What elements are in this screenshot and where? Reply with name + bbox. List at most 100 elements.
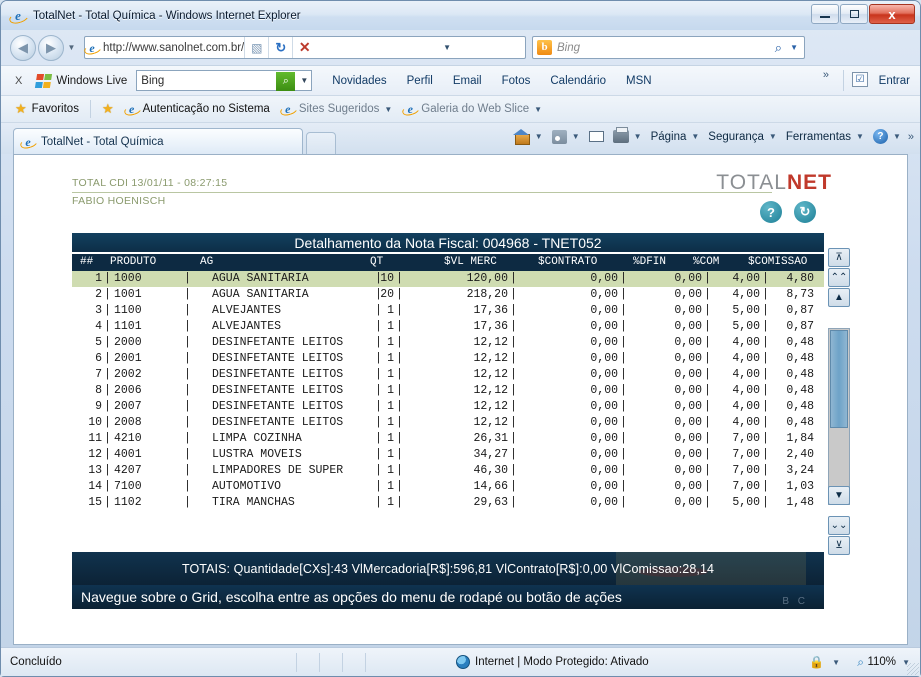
address-input[interactable]: http://www.sanolnet.com.br/ bbox=[103, 42, 244, 54]
scroll-page-down-button[interactable]: ⌄⌄ bbox=[828, 516, 850, 535]
cell-comissao: 0,48 bbox=[786, 416, 814, 429]
add-to-favorites-icon[interactable]: ★ bbox=[102, 101, 114, 117]
tools-menu[interactable]: Ferramentas ▼ bbox=[786, 131, 864, 143]
overflow-icon[interactable]: » bbox=[823, 69, 829, 81]
scroll-to-top-button[interactable]: ⊼ bbox=[828, 248, 850, 267]
search-provider-caret-icon[interactable]: ▼ bbox=[790, 43, 798, 52]
search-box[interactable]: b Bing ⌕ ▼ bbox=[532, 36, 805, 59]
table-row[interactable]: 5 | 2000 | DESINFETANTE LEITOS | 1 | 12,12 | 0,00 |… bbox=[72, 335, 824, 351]
compatibility-view-icon[interactable]: ▧ bbox=[244, 37, 268, 58]
tab-totalnet[interactable]: e TotalNet - Total Química bbox=[13, 128, 303, 155]
cell-comissao: 0,87 bbox=[786, 320, 814, 333]
chevron-down-icon[interactable]: ▼ bbox=[893, 132, 901, 141]
cell-produto: 2006 bbox=[114, 384, 142, 397]
cell-pipe: | bbox=[510, 384, 517, 397]
wl-link-perfil[interactable]: Perfil bbox=[407, 75, 433, 87]
table-row[interactable]: 8 | 2006 | DESINFETANTE LEITOS | 1 | 12,12 | 0,00 |… bbox=[72, 383, 824, 399]
resize-grip[interactable] bbox=[907, 663, 919, 675]
table-row[interactable]: 10 | 2008 | DESINFETANTE LEITOS | 1 | 12,12 | 0,00… bbox=[72, 415, 824, 431]
cell-pipe: | bbox=[104, 352, 111, 365]
favorite-item-galeria-web-slice[interactable]: e Galeria do Web Slice ▼ bbox=[403, 102, 542, 116]
table-row[interactable]: 7 | 2002 | DESINFETANTE LEITOS | 1 | 12,12 | 0,00 |… bbox=[72, 367, 824, 383]
help-icon[interactable]: ? bbox=[760, 201, 782, 223]
refresh-icon[interactable]: ↻ bbox=[268, 37, 292, 58]
zoom-icon[interactable]: ⌕ bbox=[857, 655, 864, 670]
history-dropdown-icon[interactable]: ▼ bbox=[65, 43, 78, 52]
maximize-button[interactable] bbox=[840, 4, 868, 24]
search-input[interactable]: Bing bbox=[557, 42, 580, 54]
scrollbar-track[interactable] bbox=[828, 328, 850, 505]
grid-body[interactable]: 1 | 1000 | AGUA SANITARIA | 10 | 120,00 | 0,00 | 0,0… bbox=[72, 271, 824, 550]
command-bar-overflow-icon[interactable]: » bbox=[908, 131, 914, 143]
wl-link-fotos[interactable]: Fotos bbox=[502, 75, 531, 87]
table-row[interactable]: 4 | 1101 | ALVEJANTES | 1 | 17,36 | 0,00 | 0,00 | 5,00… bbox=[72, 319, 824, 335]
address-bar[interactable]: e http://www.sanolnet.com.br/ ▼ ▧ ↻ ✕ bbox=[84, 36, 526, 59]
table-row[interactable]: 12 | 4001 | LUSTRA MOVEIS | 1 | 34,27 | 0,00 | 0,00 |… bbox=[72, 447, 824, 463]
scroll-line-up-button[interactable]: ▲ bbox=[828, 288, 850, 307]
print-button[interactable]: ▼ bbox=[612, 127, 642, 143]
chevron-down-icon[interactable]: ▼ bbox=[300, 76, 308, 85]
lock-icon[interactable]: 🔒 bbox=[809, 655, 824, 669]
scrollbar-thumb[interactable] bbox=[830, 330, 848, 428]
page-menu[interactable]: Página ▼ bbox=[651, 131, 700, 143]
wl-link-email[interactable]: Email bbox=[453, 75, 482, 87]
search-icon[interactable]: ⌕ bbox=[775, 40, 782, 56]
checkbox-icon[interactable]: ☑ bbox=[852, 72, 868, 87]
cell-pipe: | bbox=[510, 448, 517, 461]
wl-link-novidades[interactable]: Novidades bbox=[332, 75, 386, 87]
address-dropdown-icon[interactable]: ▼ bbox=[443, 43, 451, 52]
close-button[interactable]: x bbox=[869, 4, 915, 24]
wl-link-calendario[interactable]: Calendário bbox=[550, 75, 606, 87]
favorite-item-autenticacao[interactable]: e Autenticação no Sistema bbox=[125, 102, 270, 116]
table-row[interactable]: 1 | 1000 | AGUA SANITARIA | 10 | 120,00 | 0,00 | 0,0… bbox=[72, 271, 824, 287]
security-menu[interactable]: Segurança ▼ bbox=[708, 131, 777, 143]
chevron-down-icon[interactable]: ▼ bbox=[534, 105, 542, 114]
minimize-button[interactable] bbox=[811, 4, 839, 24]
col-header-produto: PRODUTO bbox=[110, 256, 157, 268]
chevron-down-icon[interactable]: ▼ bbox=[634, 132, 642, 141]
cell-pipe: | bbox=[510, 352, 517, 365]
favorites-button[interactable]: Favoritos bbox=[32, 103, 79, 115]
scroll-to-bottom-button[interactable]: ⊻ bbox=[828, 536, 850, 555]
wl-link-msn[interactable]: MSN bbox=[626, 75, 652, 87]
table-row[interactable]: 11 | 4210 | LIMPA COZINHA | 1 | 26,31 | 0,00 | 0,00 |… bbox=[72, 431, 824, 447]
cell-pipe: | bbox=[510, 480, 517, 493]
mail-button[interactable] bbox=[588, 131, 604, 142]
chevron-down-icon[interactable]: ▼ bbox=[535, 132, 543, 141]
chevron-down-icon[interactable]: ▼ bbox=[691, 132, 699, 141]
feeds-button[interactable]: ▼ bbox=[551, 129, 580, 144]
scroll-page-up-button[interactable]: ⌃⌃ bbox=[828, 268, 850, 287]
zoom-level[interactable]: 110% bbox=[867, 656, 896, 668]
table-row[interactable]: 9 | 2007 | DESINFETANTE LEITOS | 1 | 12,12 | 0,00 |… bbox=[72, 399, 824, 415]
cell-index: 11 bbox=[88, 432, 102, 445]
table-row[interactable]: 13 | 4207 | LIMPADORES DE SUPER | 1 | 46,30 | 0,00… bbox=[72, 463, 824, 479]
cell-qt: 1 bbox=[387, 416, 394, 429]
close-toolbar-button[interactable]: X bbox=[15, 75, 22, 87]
sign-in-link[interactable]: Entrar bbox=[879, 75, 910, 87]
grid-scrollbar[interactable]: ⊼ ⌃⌃ ▲ ▼ ⌄⌄ ⊻ bbox=[828, 248, 852, 563]
cell-pipe: | bbox=[510, 320, 517, 333]
chevron-down-icon[interactable]: ▼ bbox=[572, 132, 580, 141]
table-row[interactable]: 6 | 2001 | DESINFETANTE LEITOS | 1 | 12,12 | 0,00 |… bbox=[72, 351, 824, 367]
table-row[interactable]: 15 | 1102 | TIRA MANCHAS | 1 | 29,63 | 0,00 | 0,00 | 5… bbox=[72, 495, 824, 511]
favorite-item-sites-sugeridos[interactable]: e Sites Sugeridos ▼ bbox=[281, 102, 392, 116]
col-header-com: %COM bbox=[693, 256, 720, 268]
back-button[interactable]: ◀ bbox=[10, 34, 36, 61]
forward-button[interactable]: ▶ bbox=[38, 34, 64, 61]
chevron-down-icon[interactable]: ▼ bbox=[384, 105, 392, 114]
table-row[interactable]: 2 | 1001 | AGUA SANITARIA | 20 | 218,20 | 0,00 | 0,0… bbox=[72, 287, 824, 303]
chevron-down-icon[interactable]: ▼ bbox=[832, 658, 840, 667]
chevron-down-icon[interactable]: ▼ bbox=[769, 132, 777, 141]
help-button[interactable]: ? ▼ bbox=[872, 129, 901, 144]
table-row[interactable]: 14 | 7100 | AUTOMOTIVO | 1 | 14,66 | 0,00 | 0,00 | 7,0… bbox=[72, 479, 824, 495]
search-icon[interactable]: ⌕ bbox=[276, 72, 296, 91]
chevron-down-icon[interactable]: ▼ bbox=[856, 132, 864, 141]
stop-icon[interactable]: ✕ bbox=[292, 37, 316, 58]
cell-index: 3 bbox=[95, 304, 102, 317]
new-tab-button[interactable] bbox=[306, 132, 336, 155]
table-row[interactable]: 3 | 1100 | ALVEJANTES | 1 | 17,36 | 0,00 | 0,00 | 5,00… bbox=[72, 303, 824, 319]
windows-live-search-input[interactable]: Bing ⌕ ▼ bbox=[136, 70, 313, 91]
home-button[interactable]: ▼ bbox=[512, 129, 543, 145]
refresh-icon[interactable]: ↻ bbox=[794, 201, 816, 223]
scroll-line-down-button[interactable]: ▼ bbox=[828, 486, 850, 505]
